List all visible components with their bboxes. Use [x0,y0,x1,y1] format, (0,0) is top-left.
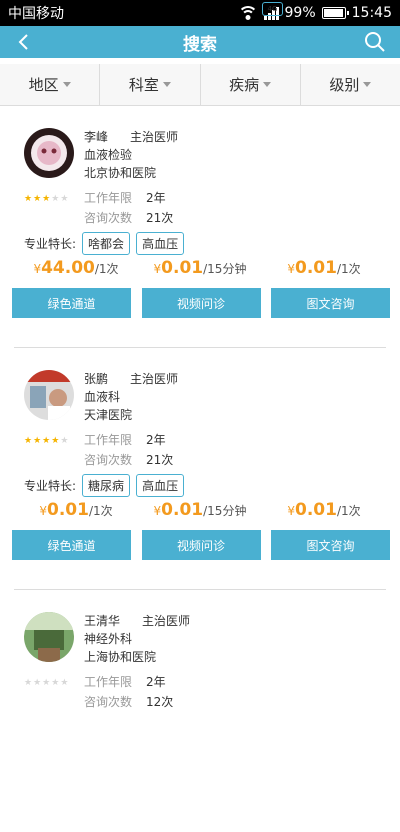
filter-label: 疾病 [229,76,260,94]
network-type: 4G [261,2,284,16]
back-icon[interactable] [14,32,34,52]
green-channel-button[interactable]: 绿色通道 [12,288,131,318]
years-value: 2年 [146,433,166,447]
price-value: 0.01 [295,500,337,520]
years-label: 工作年限 [84,433,133,447]
rating-stars: ★ ★ ★ ★ ★ [24,194,69,204]
specialty-tag: 啥都会 [82,232,131,255]
price-value: 0.01 [161,258,204,278]
currency-symbol: ¥ [287,504,295,518]
nav-bar: 搜索 [0,26,400,58]
consults-label: 咨询次数 [84,211,133,225]
specialty-label: 专业特长: [24,237,77,251]
filter-level[interactable]: 级别 [301,64,400,105]
years-label: 工作年限 [84,675,133,689]
doctor-department: 神经外科 [84,632,133,646]
doctor-card[interactable]: ★ ★ ★ ★ ★ 王清华 主治医师 神经外科 上海协和医院 工作年限 2年 咨询次数 12次 [14,590,386,832]
doctor-name: 王清华 [84,614,121,628]
caret-down-icon [62,82,71,87]
filter-label: 级别 [329,76,360,94]
rating-stars: ★ ★ ★ ★ ★ [24,436,69,446]
carrier-label: 中国移动 [8,6,64,22]
currency-symbol: ¥ [287,262,295,276]
price-video: ¥0.01/15分钟 [138,500,262,520]
page-title: 搜索 [183,34,217,55]
consults-value: 12次 [146,695,174,709]
doctor-hospital: 上海协和医院 [84,650,157,664]
doctor-title: 主治医师 [130,372,179,386]
filter-department[interactable]: 科室 [100,64,201,105]
caret-down-icon [162,82,171,87]
search-icon[interactable] [364,31,386,53]
price-text: ¥0.01/1次 [262,258,386,278]
caret-down-icon [363,82,372,87]
wifi-icon [237,6,258,20]
signal-icon: 4G [261,2,284,20]
battery-percent: 99% [284,5,316,21]
currency-symbol: ¥ [39,504,47,518]
doctor-list: ★ ★ ★ ★ ★ 李峰 主治医师 血液检验 北京协和医院 工作年限 2年 咨询次数 21次 … [0,106,400,832]
doctor-title: 主治医师 [130,130,179,144]
specialty-tag: 高血压 [136,232,185,255]
doctor-avatar [24,128,74,178]
filter-disease[interactable]: 疾病 [201,64,301,105]
text-consult-button[interactable]: 图文咨询 [271,530,390,560]
doctor-avatar [24,370,74,420]
specialty-tag: 高血压 [136,474,185,497]
doctor-name: 张鹏 [84,372,109,386]
doctor-card[interactable]: ★ ★ ★ ★ ★ 李峰 主治医师 血液检验 北京协和医院 工作年限 2年 咨询次数 21次 … [12,106,390,348]
filter-label: 科室 [128,76,159,94]
consults-label: 咨询次数 [84,453,133,467]
specialty-tag: 糖尿病 [82,474,131,497]
doctor-department: 血液检验 [84,148,133,162]
consults-label: 咨询次数 [84,695,133,709]
status-bar: 中国移动 4G 99% 15:45 [0,0,400,26]
consults-value: 21次 [146,453,174,467]
price-unit: /1次 [94,262,119,276]
years-value: 2年 [146,191,166,205]
doctor-avatar [24,612,74,662]
currency-symbol: ¥ [33,262,42,276]
price-unit: /1次 [88,504,113,518]
green-channel-button[interactable]: 绿色通道 [12,530,131,560]
doctor-name: 李峰 [84,130,109,144]
price-green-channel: ¥44.00/1次 [14,258,138,278]
clock: 15:45 [351,5,392,21]
price-green-channel: ¥0.01/1次 [14,500,138,520]
specialty-label: 专业特长: [24,479,77,493]
filter-label: 地区 [28,76,59,94]
caret-down-icon [263,82,272,87]
price-value: 44.00 [41,258,95,278]
price-value: 0.01 [47,500,89,520]
price-text: ¥0.01/1次 [262,500,386,520]
price-unit: /15分钟 [203,504,247,518]
filter-region[interactable]: 地区 [0,64,101,105]
rating-stars: ★ ★ ★ ★ ★ [24,678,69,688]
battery-icon [321,7,349,19]
consults-value: 21次 [146,211,174,225]
years-label: 工作年限 [84,191,133,205]
doctor-department: 血液科 [84,390,121,404]
text-consult-button[interactable]: 图文咨询 [271,288,390,318]
doctor-hospital: 天津医院 [84,408,133,422]
price-value: 0.01 [295,258,337,278]
doctor-card[interactable]: ★ ★ ★ ★ ★ 张鹏 主治医师 血液科 天津医院 工作年限 2年 咨询次数 21次 专业特… [12,348,390,590]
video-consult-button[interactable]: 视频问诊 [141,530,261,560]
price-unit: /1次 [336,504,361,518]
video-consult-button[interactable]: 视频问诊 [141,288,261,318]
doctor-title: 主治医师 [142,614,191,628]
filter-bar: 地区 科室 疾病 级别 [0,64,400,106]
doctor-hospital: 北京协和医院 [84,166,157,180]
price-video: ¥0.01/15分钟 [138,258,262,278]
price-value: 0.01 [161,500,204,520]
years-value: 2年 [146,675,166,689]
price-unit: /1次 [336,262,361,276]
price-unit: /15分钟 [203,262,247,276]
